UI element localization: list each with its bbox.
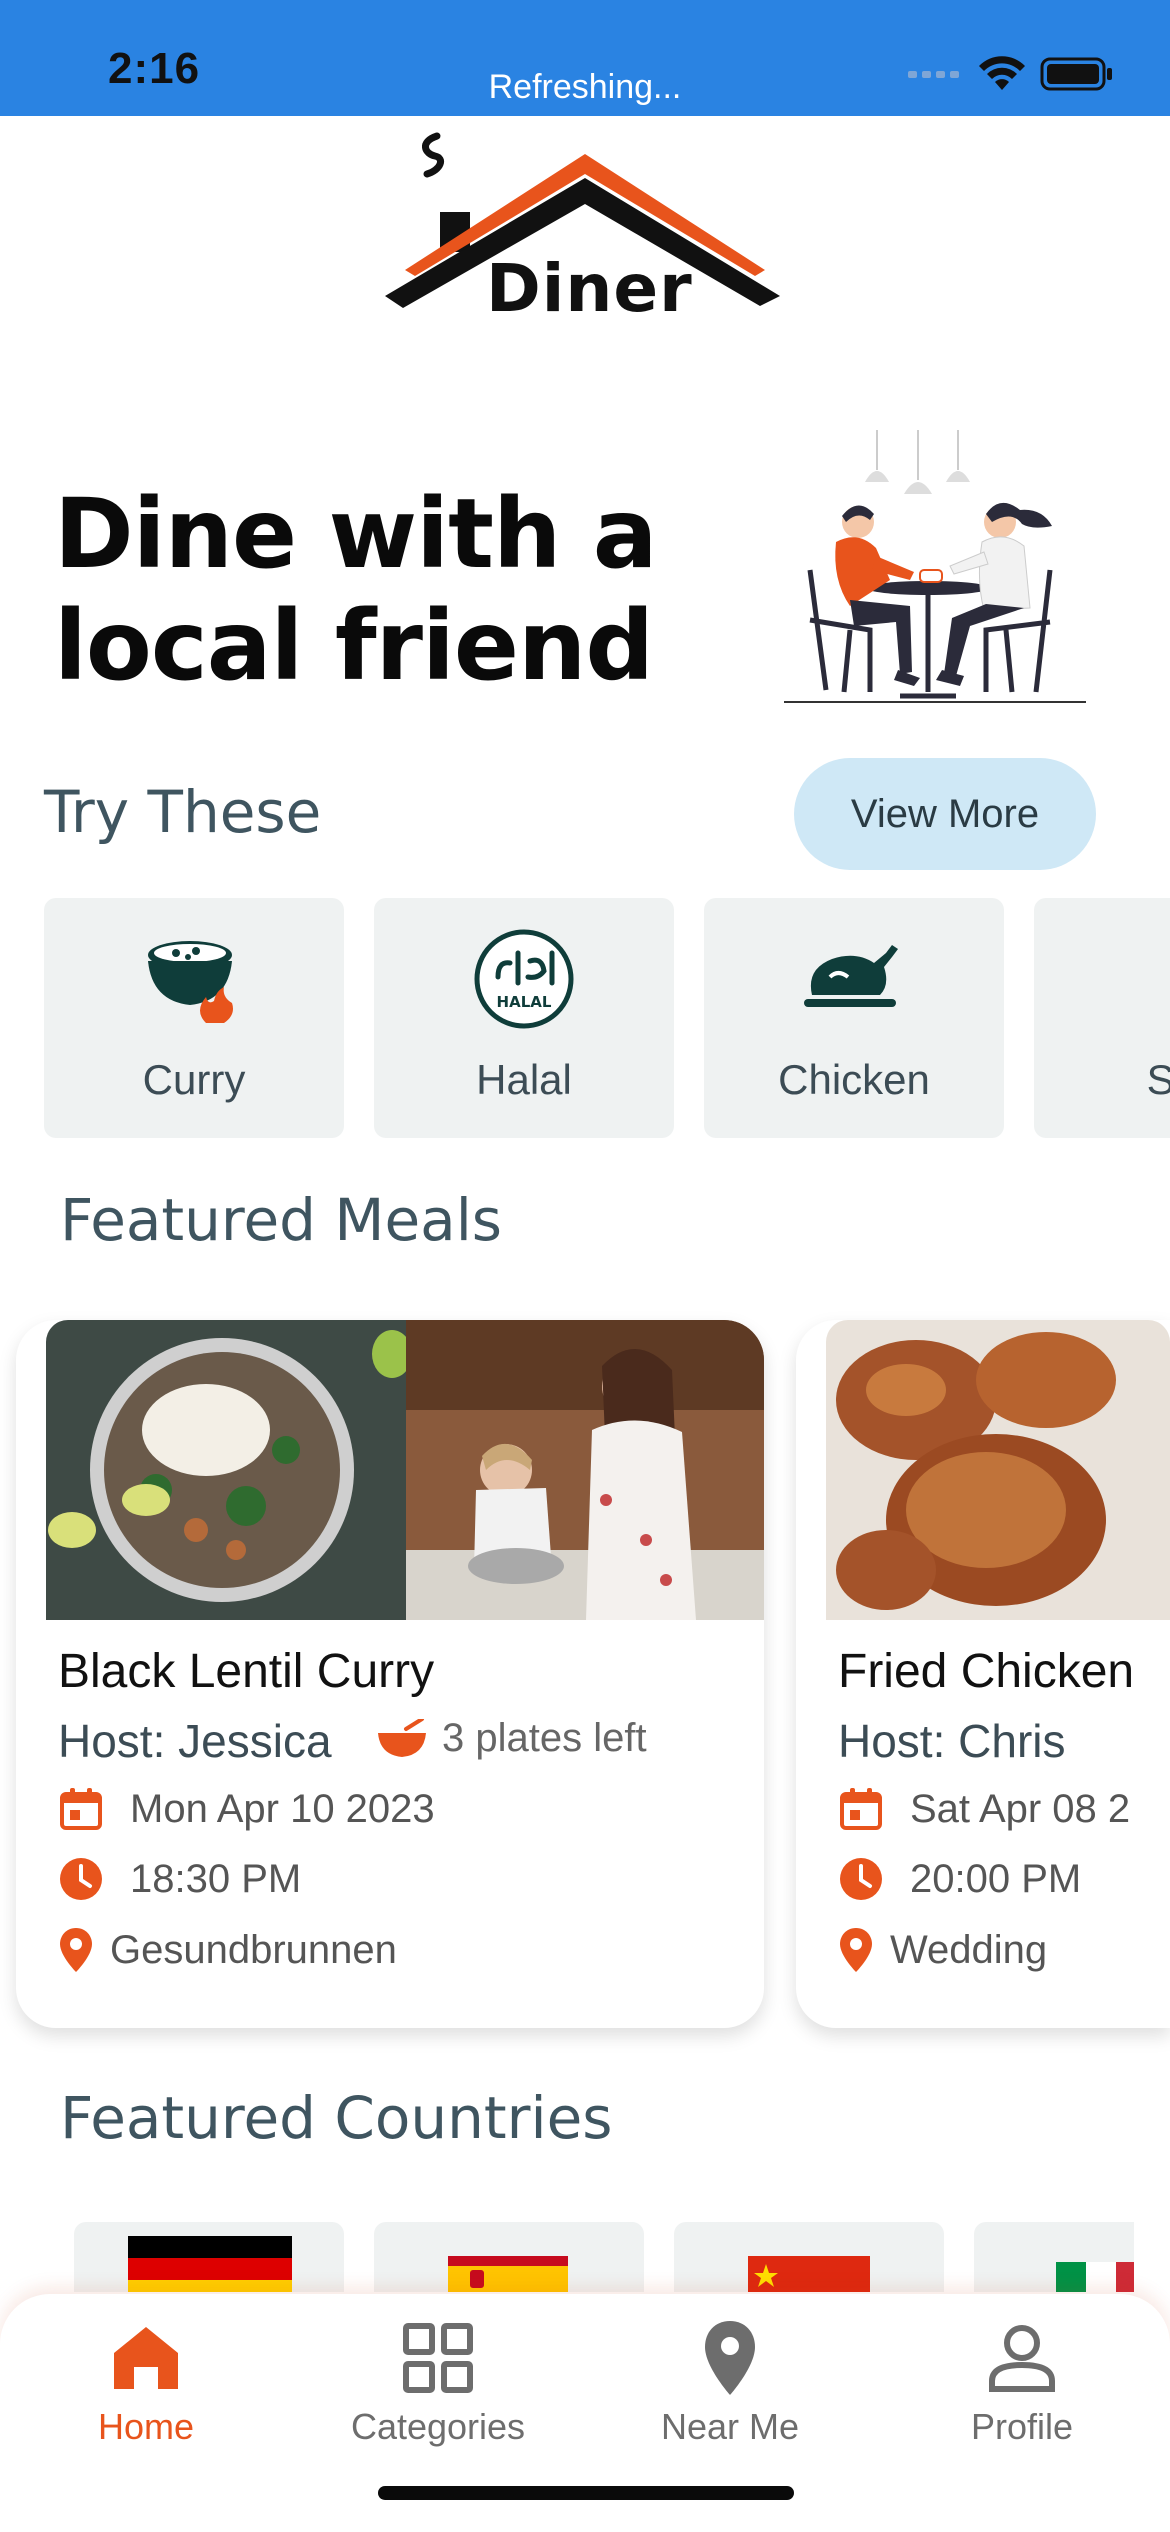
meal-date-text: Mon Apr 10 2023 <box>130 1786 435 1831</box>
svg-text:HALAL: HALAL <box>497 993 552 1011</box>
meal-photo <box>46 1320 764 1620</box>
meal-time: 20:00 PM <box>838 1856 1081 1902</box>
meal-host: Host: Chris <box>838 1715 1066 1767</box>
grid-icon <box>398 2318 478 2398</box>
country-card-china[interactable] <box>674 2222 944 2292</box>
view-more-button[interactable]: View More <box>794 758 1096 870</box>
featured-meals-title: Featured Meals <box>60 1186 503 1254</box>
spain-flag <box>448 2256 568 2292</box>
logo-text: Diner <box>486 250 693 327</box>
nav-profile[interactable]: Profile <box>892 2318 1152 2468</box>
meal-photo <box>826 1320 1170 1620</box>
status-icons <box>908 56 1114 92</box>
bowl-icon <box>378 1718 426 1757</box>
meal-host: Host: Jessica <box>58 1715 332 1767</box>
meal-name: Fried Chicken <box>838 1645 1135 1698</box>
calendar-icon <box>840 1788 882 1830</box>
dining-couple-illustration <box>784 430 1086 703</box>
plates-left-text: 3 plates left <box>442 1716 647 1760</box>
clock-icon <box>60 1858 102 1900</box>
meal-date: Mon Apr 10 2023 <box>58 1786 435 1832</box>
seafood-icon <box>1034 924 1170 1034</box>
nav-label: Near Me <box>660 2406 800 2447</box>
category-label: Curry <box>142 1056 246 1103</box>
roast-chicken-icon <box>704 924 1004 1034</box>
signal-icon <box>908 71 959 78</box>
nav-categories[interactable]: Categories <box>308 2318 568 2468</box>
plates-left: 3 plates left <box>376 1716 647 1761</box>
nav-label: Categories <box>350 2406 526 2447</box>
category-label: Chicken <box>778 1056 930 1103</box>
featured-countries-title: Featured Countries <box>60 2084 613 2152</box>
nav-label: Home <box>97 2406 195 2447</box>
clock-icon <box>840 1858 882 1900</box>
category-card-curry[interactable]: Curry <box>44 898 344 1138</box>
meal-location-text: Wedding <box>890 1927 1048 1972</box>
calendar-icon <box>60 1788 102 1830</box>
italy-flag <box>1056 2262 1134 2292</box>
nav-near-me[interactable]: Near Me <box>600 2318 860 2468</box>
china-flag <box>748 2256 870 2292</box>
category-card-halal[interactable]: HALAL Halal <box>374 898 674 1138</box>
battery-icon <box>1040 57 1112 91</box>
meal-location: Gesundbrunnen <box>58 1926 397 1974</box>
meal-card-fried-chicken[interactable]: Fried Chicken Host: Chris Sat Apr 08 2 2… <box>796 1320 1170 2028</box>
category-carousel[interactable]: Curry HALAL Halal Chicken Sea <box>44 898 1170 1140</box>
meal-time-text: 20:00 PM <box>910 1856 1082 1901</box>
status-bar: 2:16 Refreshing... <box>0 0 1170 116</box>
meal-location: Wedding <box>838 1926 1047 1974</box>
meal-name: Black Lentil Curry <box>58 1645 435 1698</box>
try-these-title: Try These <box>44 778 322 846</box>
home-indicator <box>378 2486 794 2500</box>
location-pin-icon <box>690 2318 770 2398</box>
category-card-chicken[interactable]: Chicken <box>704 898 1004 1138</box>
meal-time: 18:30 PM <box>58 1856 301 1902</box>
meal-location-text: Gesundbrunnen <box>110 1927 397 1972</box>
country-carousel[interactable] <box>74 2222 1134 2292</box>
home-icon <box>106 2318 186 2398</box>
meal-date: Sat Apr 08 2 <box>838 1786 1130 1832</box>
country-card-italy[interactable] <box>974 2222 1134 2292</box>
nav-home[interactable]: Home <box>16 2318 276 2468</box>
category-card-sea[interactable]: Sea <box>1034 898 1170 1138</box>
hero-title: Dine with a local friend <box>54 478 658 702</box>
wifi-icon <box>979 56 1025 90</box>
halal-icon: HALAL <box>374 924 674 1034</box>
country-card-germany[interactable] <box>74 2222 344 2292</box>
location-pin-icon <box>840 1928 872 1972</box>
nav-label: Profile <box>970 2406 1074 2447</box>
meal-card-black-lentil-curry[interactable]: Black Lentil Curry Host: Jessica 3 plate… <box>16 1320 764 2028</box>
curry-bowl-icon <box>44 924 344 1034</box>
person-icon <box>982 2318 1062 2398</box>
country-card-spain[interactable] <box>374 2222 644 2292</box>
category-label: Halal <box>476 1056 572 1103</box>
germany-flag <box>128 2236 292 2292</box>
meal-time-text: 18:30 PM <box>130 1856 302 1901</box>
meal-date-text: Sat Apr 08 2 <box>910 1786 1131 1831</box>
location-pin-icon <box>60 1928 92 1972</box>
category-label: Sea <box>1146 1056 1170 1103</box>
